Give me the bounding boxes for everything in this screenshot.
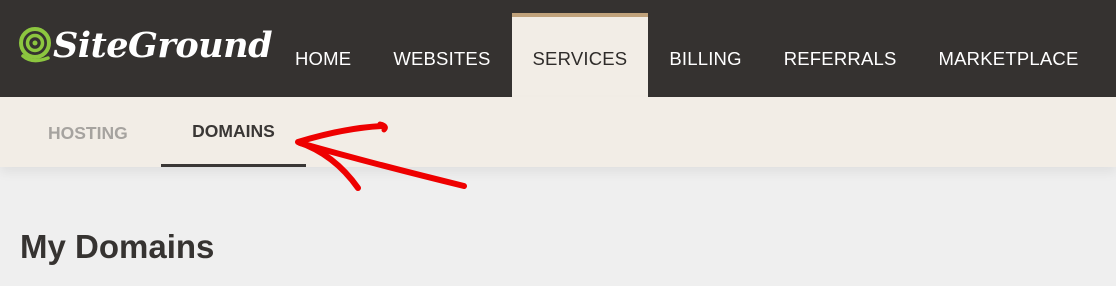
nav-item-services[interactable]: SERVICES (511, 13, 649, 97)
nav-item-websites[interactable]: WEBSITES (372, 0, 511, 97)
brand-name: SiteGround (53, 24, 273, 66)
nav-item-marketplace[interactable]: MARKETPLACE (918, 0, 1100, 97)
subtab-domains[interactable]: DOMAINS (161, 97, 306, 167)
nav-item-billing[interactable]: BILLING (648, 0, 762, 97)
subtab-label: DOMAINS (192, 121, 275, 141)
siteground-logo-icon (19, 27, 51, 63)
nav-item-label: MARKETPLACE (938, 47, 1079, 69)
nav-item-label: SERVICES (532, 47, 628, 69)
nav-item-referrals[interactable]: REFERRALS (763, 0, 918, 97)
nav-item-label: WEBSITES (393, 47, 491, 69)
page-title: My Domains (20, 228, 215, 265)
subtab-hosting[interactable]: HOSTING (48, 97, 128, 167)
nav-item-label: BILLING (669, 47, 742, 69)
nav-item-home[interactable]: HOME (274, 0, 372, 97)
nav-item-label: HOME (295, 47, 352, 69)
siteground-logo[interactable]: SiteGround (18, 20, 273, 70)
main-nav: HOME WEBSITES SERVICES BILLING REFERRALS… (274, 0, 1100, 97)
subtab-label: HOSTING (48, 122, 128, 143)
sub-navigation-bar: HOSTING DOMAINS (0, 97, 1116, 167)
nav-item-label: REFERRALS (783, 47, 897, 69)
top-navigation-bar: SiteGround HOME WEBSITES SERVICES BILLIN… (0, 0, 1116, 97)
